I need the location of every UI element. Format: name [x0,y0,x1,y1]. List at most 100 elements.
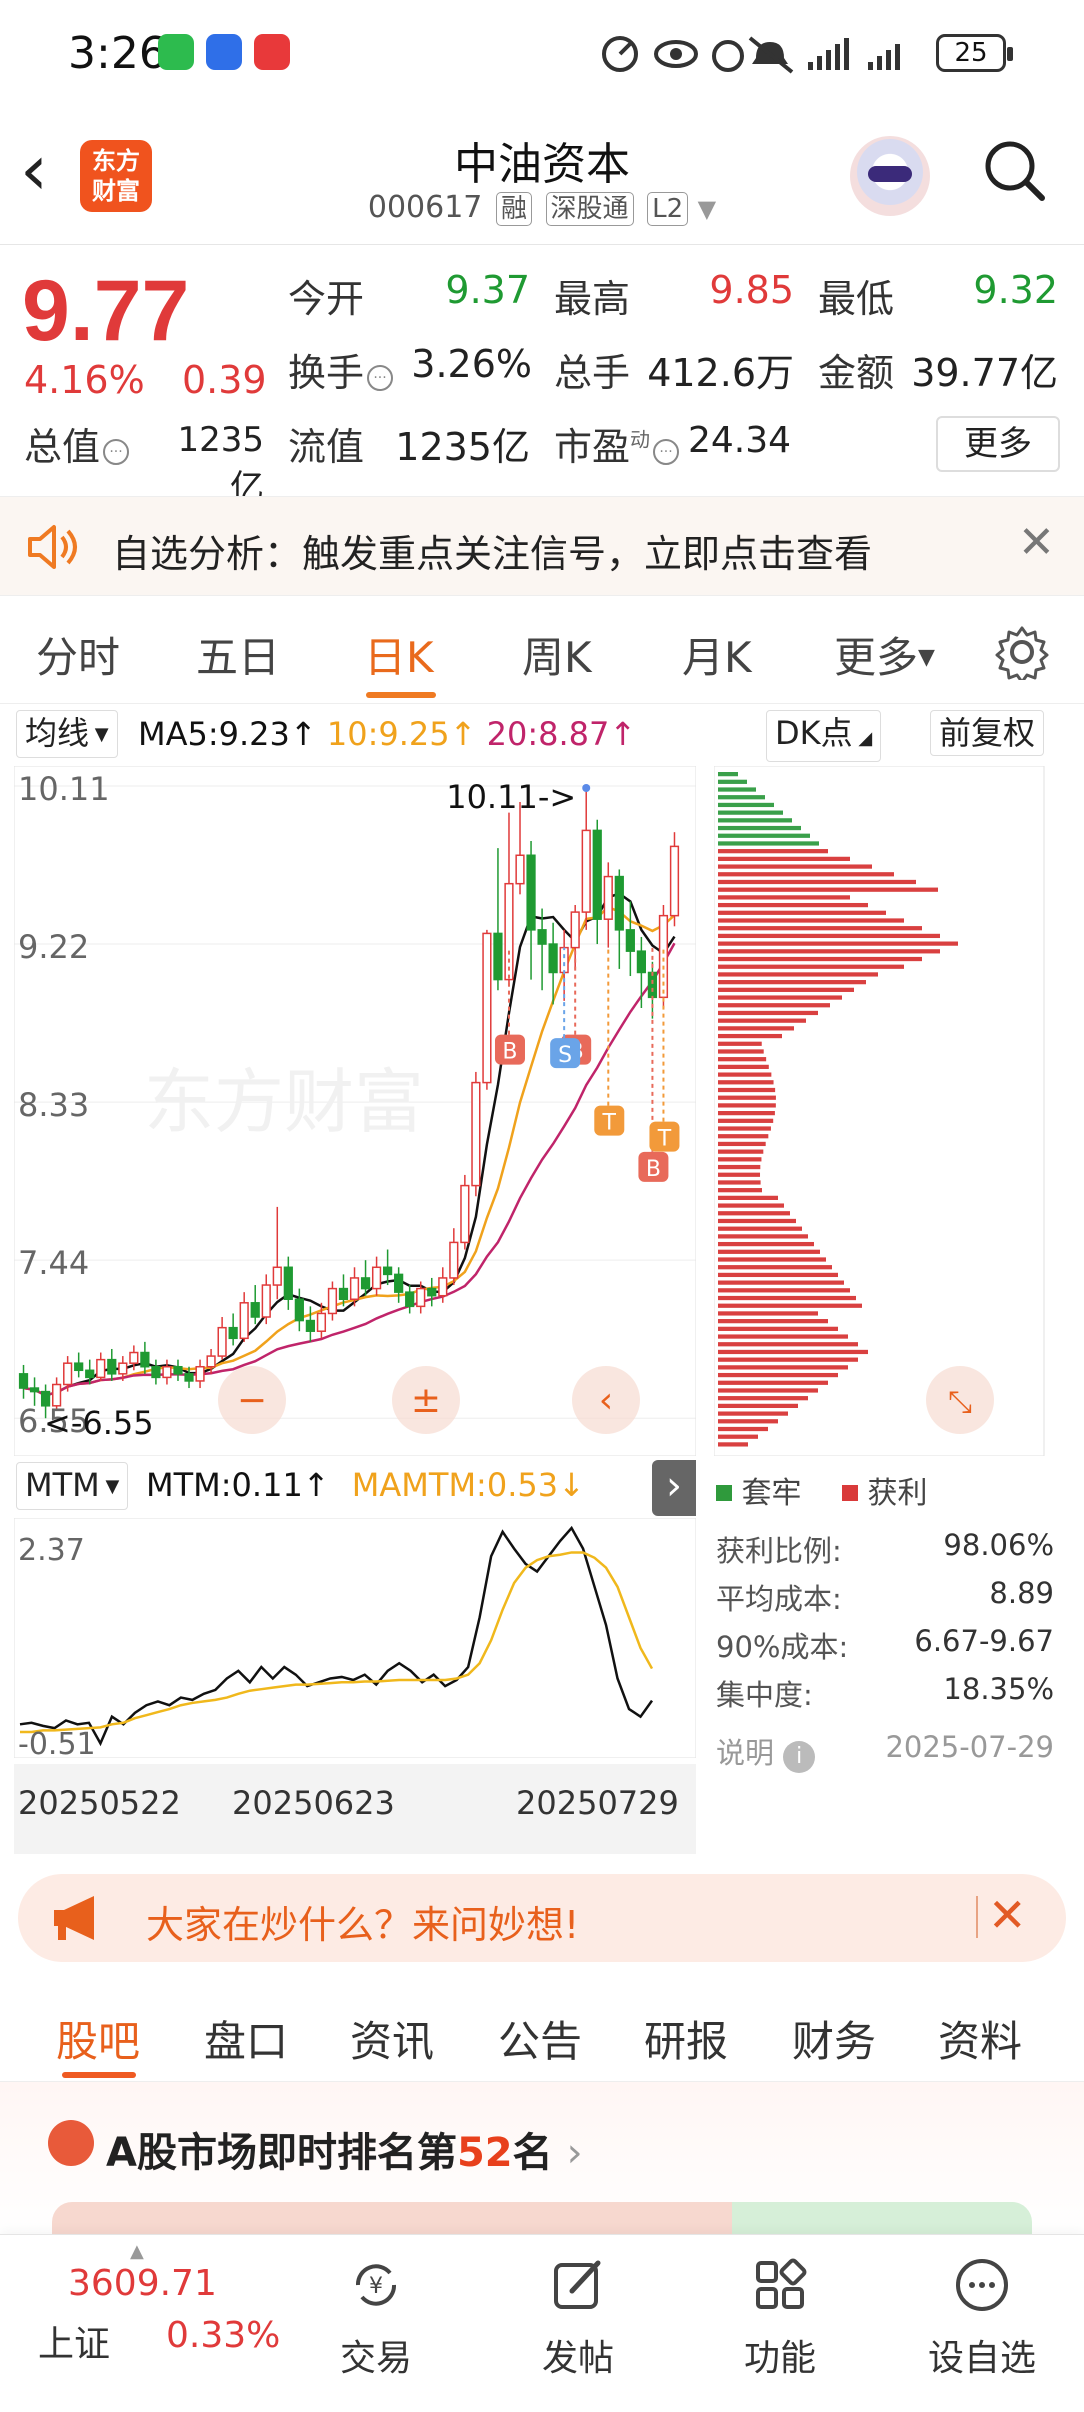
expand-icon[interactable]: ⤡ [926,1366,994,1434]
close-icon[interactable]: ✕ [1018,517,1055,568]
chip-bar [718,972,878,977]
ma20-line [23,942,676,1397]
tab-daily-k[interactable]: 日K [364,624,434,685]
chip-bar [718,987,854,992]
candle-body [625,929,635,952]
tab-profile[interactable]: 资料 [938,2008,1022,2069]
stock-header: ‹ 东方 财富 中油资本 000617 融 深股通 L2 ▼ [0,110,1084,245]
chip-bar [718,1365,848,1370]
signal-marker: B [638,1151,669,1182]
pe-label-text: 市盈 [554,425,631,469]
nav-add-watchlist[interactable]: 设自选 [902,2253,1062,2381]
change-value: 0.39 [182,358,267,402]
tab-five-day[interactable]: 五日 [196,624,280,685]
chip-bar [718,833,810,838]
chip-stat-value: 8.89 [989,1576,1054,1610]
tab-news[interactable]: 资讯 [350,2008,434,2069]
mktcap-label: 总值 ··· [24,416,130,471]
chip-explain-link[interactable]: 说明 i [716,1730,816,1773]
chip-bar [718,1103,776,1108]
tab-orderbook[interactable]: 盘口 [204,2008,288,2069]
tab-forum[interactable]: 股吧 [56,2008,140,2069]
index-name[interactable]: 上证 [38,2315,110,2367]
adjust-select[interactable]: 前复权 [930,710,1045,756]
signal-marker: S [550,1038,581,1069]
content-tabs: 股吧 盘口 资讯 公告 研报 财务 资料 [0,1980,1084,2082]
tab-research[interactable]: 研报 [644,2008,728,2069]
close-icon[interactable]: ✕ [988,1888,1027,1942]
chip-bar [718,1010,818,1016]
index-value[interactable]: 3609.71 [68,2263,217,2304]
chip-bar [718,980,866,985]
ma20-label: 20:8.87↑ [486,715,637,753]
chip-bar [718,949,940,954]
tab-intraday[interactable]: 分时 [36,624,120,685]
chip-bar [718,772,738,777]
nav-post[interactable]: 发帖 [498,2253,658,2381]
add-watchlist-icon [956,2259,1008,2311]
more-button[interactable]: 更多 [936,416,1060,472]
chip-bar [718,1180,761,1185]
kline-chart[interactable]: 东方财富10.119.228.337.446.5510.11-><-6.55BB… [14,766,696,1456]
nav-function[interactable]: 功能 [700,2253,860,2381]
indicator-select-label: 均线 [25,714,90,752]
nav-trade[interactable]: ¥ 交易 [296,2253,456,2381]
turnover-label-text: 换手 [288,351,365,395]
chip-bar [718,910,886,915]
zoom-out-icon[interactable]: − [218,1366,286,1434]
candle-body [29,1387,40,1393]
tab-more[interactable]: 更多▼ [834,624,935,685]
bulb-icon [206,34,242,70]
zoom-center-icon[interactable]: ± [392,1366,460,1434]
alert-banner[interactable]: 自选分析：触发重点关注信号，立即点击查看 ✕ [0,496,1084,596]
info-icon[interactable]: ··· [103,439,130,465]
rank-text: A股市场即时排名第52名 › [106,2120,583,2178]
info-icon[interactable]: ··· [653,439,680,465]
tab-finance[interactable]: 财务 [792,2008,876,2069]
search-icon[interactable] [982,138,1046,202]
rank-banner[interactable]: A股市场即时排名第52名 › [0,2082,1084,2242]
chip-bar [718,1188,762,1193]
chip-bar [718,1211,790,1216]
index-change[interactable]: 0.33% [166,2315,280,2356]
chip-bar [718,1342,858,1347]
chip-bar [718,1334,848,1339]
chip-bar [718,1134,769,1139]
expand-arrow-icon[interactable]: › [652,1460,696,1516]
mtm-chart[interactable]: 2.37 -0.51 [14,1518,696,1758]
tab-weekly-k[interactable]: 周K [522,624,592,685]
candle-body [85,1369,95,1379]
candle-body [228,1326,238,1340]
signal-marker: T [649,1121,680,1152]
legend-swatch-red [842,1485,858,1501]
date-label: 20250623 [232,1784,395,1822]
candle-body [327,1287,338,1315]
assistant-robot-icon[interactable] [850,136,930,216]
chip-stat-label: 集中度: [716,1678,813,1712]
candle-body [151,1365,161,1379]
stock-code: 000617 [367,190,483,225]
indicator-select[interactable]: 均线 ▼ [16,710,118,758]
mtm-frame [14,1518,696,1758]
y-tick-label: 7.44 [18,1244,89,1282]
signal-marker-label: B [502,1040,517,1065]
candle-body [184,1373,194,1382]
chip-bar [718,1172,761,1177]
chip-bar [718,1141,766,1147]
candle-body [107,1358,117,1375]
info-icon[interactable]: ··· [367,365,394,391]
tab-monthly-k[interactable]: 月K [682,624,752,685]
settings-gear-icon[interactable] [994,624,1050,680]
chip-bar [718,1164,761,1170]
candle-body [504,882,514,981]
promo-banner[interactable]: 大家在炒什么？来问妙想! ✕ [18,1874,1066,1962]
candle-body [669,845,680,917]
pan-left-icon[interactable]: ‹ [572,1366,640,1434]
dk-point-select[interactable]: DK点 ◢ [766,710,882,762]
sub-indicator-select[interactable]: MTM ▼ [16,1462,129,1510]
zoom-center-icon-glyph: ± [411,1380,441,1421]
candle-body [294,1298,304,1322]
tab-announcements[interactable]: 公告 [498,2008,582,2069]
chip-bar [718,887,938,892]
turnover-value: 3.26% [411,342,532,386]
